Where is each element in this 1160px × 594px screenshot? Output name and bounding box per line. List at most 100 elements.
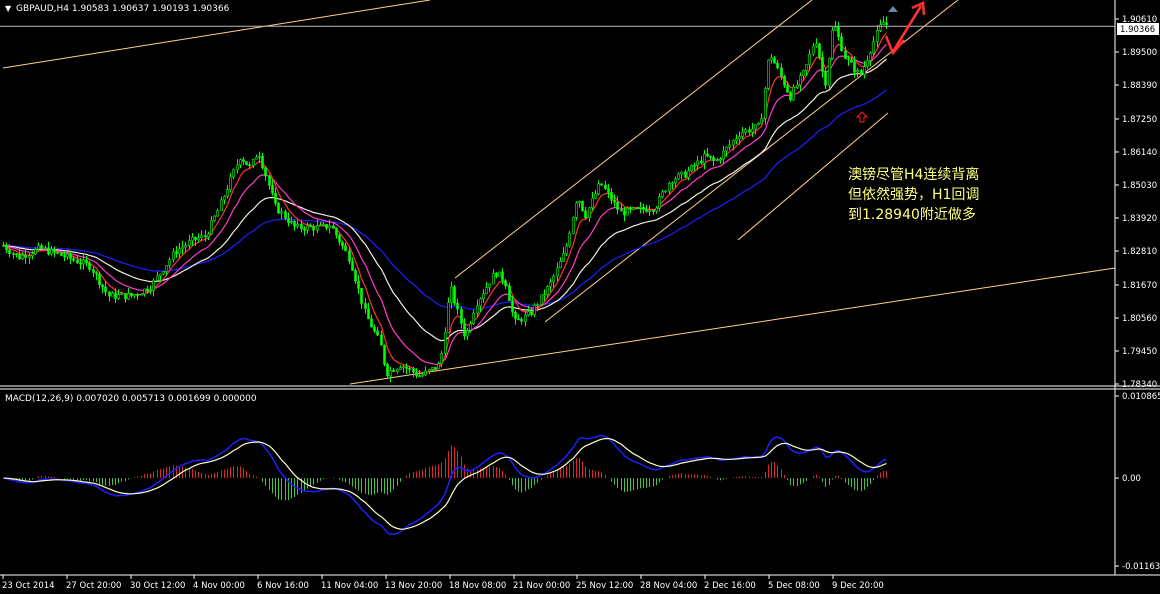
- time-label: 27 Oct 20:00: [66, 581, 121, 591]
- candle-body: [504, 280, 507, 287]
- candle-body: [802, 70, 805, 76]
- candle-body: [629, 207, 632, 210]
- candle-body: [722, 150, 725, 160]
- candle-body: [837, 26, 840, 38]
- candle-body: [719, 158, 722, 161]
- candle-body: [12, 253, 15, 255]
- time-label: 6 Nov 16:00: [257, 581, 309, 591]
- candle-body: [149, 290, 152, 292]
- price-label: 1.89500: [1122, 48, 1157, 58]
- current-price-value: 1.90366: [1120, 25, 1155, 35]
- candle-body: [613, 200, 616, 203]
- candle-body: [728, 144, 731, 148]
- candle-body: [671, 182, 674, 185]
- time-label: 5 Dec 08:00: [768, 581, 820, 591]
- candle-body: [575, 202, 578, 218]
- candle-body: [2, 245, 5, 247]
- candle-body: [386, 363, 389, 377]
- candle-body: [47, 247, 50, 255]
- candle-body: [466, 330, 469, 337]
- candle-body: [325, 223, 328, 229]
- menu-marker[interactable]: ▼: [5, 4, 12, 13]
- candle-body: [312, 226, 315, 231]
- candle-body: [328, 225, 331, 229]
- candle-body: [527, 311, 530, 316]
- candle-body: [56, 251, 59, 254]
- time-label: 11 Nov 04:00: [321, 581, 378, 591]
- candle-body: [261, 155, 264, 168]
- candle-body: [696, 160, 699, 167]
- candle-body: [488, 283, 491, 288]
- candle-body: [552, 275, 555, 283]
- candle-body: [66, 253, 69, 258]
- time-label: 2 Dec 16:00: [704, 581, 756, 591]
- candle-body: [178, 248, 181, 254]
- candle-body: [693, 165, 696, 167]
- macd-axis-label: 0.010865: [1122, 392, 1160, 402]
- candle-body: [690, 165, 693, 172]
- candle-body: [517, 318, 520, 321]
- candle-body: [588, 207, 591, 219]
- candle-body: [335, 228, 338, 236]
- candle-body: [287, 218, 290, 223]
- candle-body: [204, 235, 207, 238]
- candle-body: [31, 253, 34, 257]
- candle-body: [776, 62, 779, 69]
- candle-body: [184, 245, 187, 248]
- candle-body: [716, 159, 719, 161]
- price-label: 1.88390: [1122, 81, 1157, 91]
- candle-body: [799, 75, 802, 86]
- candle-body: [751, 128, 754, 133]
- candle-body: [405, 366, 408, 369]
- candle-body: [578, 200, 581, 204]
- candle-body: [309, 225, 312, 228]
- candle-body: [399, 367, 402, 370]
- candle-body: [840, 36, 843, 52]
- candle-body: [860, 70, 863, 75]
- candle-body: [191, 236, 194, 241]
- candle-body: [95, 272, 98, 275]
- candle-body: [79, 262, 82, 265]
- candle-body: [18, 254, 21, 260]
- candle-body: [82, 259, 85, 265]
- candle-body: [834, 26, 837, 31]
- candle-body: [767, 59, 770, 89]
- candle-body: [332, 225, 335, 229]
- annotation-line-3: 到1.28940附近做多: [848, 206, 976, 223]
- candle-body: [348, 250, 351, 262]
- candle-body: [53, 248, 56, 253]
- candle-body: [885, 22, 888, 25]
- candle-body: [444, 332, 447, 354]
- candle-body: [319, 224, 322, 227]
- macd-label: MACD(12,26,9) 0.007020 0.005713 0.001699…: [5, 394, 257, 404]
- candle-body: [117, 294, 120, 299]
- candle-body: [687, 170, 690, 178]
- price-label: 1.78340: [1122, 380, 1157, 390]
- trading-chart[interactable]: ▼ GBPAUD,H4 1.90583 1.90637 1.90193 1.90…: [0, 0, 1160, 594]
- candle-body: [818, 43, 821, 58]
- candle-body: [418, 375, 421, 377]
- time-label: 18 Nov 08:00: [449, 581, 506, 591]
- candle-body: [796, 84, 799, 88]
- candle-body: [754, 124, 757, 130]
- candle-body: [284, 211, 287, 219]
- candle-body: [124, 293, 127, 300]
- candle-body: [239, 159, 242, 166]
- candle-body: [50, 248, 53, 255]
- candle-body: [188, 240, 191, 246]
- candle-body: [744, 129, 747, 133]
- candle-body: [236, 164, 239, 171]
- candle-body: [495, 273, 498, 277]
- candle-body: [482, 293, 485, 300]
- candle-body: [72, 258, 75, 261]
- macd-axis-label: 0.00: [1122, 474, 1141, 484]
- candle-body: [69, 253, 72, 259]
- candle-body: [8, 249, 11, 254]
- candle-body: [549, 281, 552, 287]
- candle-body: [543, 294, 546, 296]
- candle-body: [485, 287, 488, 295]
- candle-body: [242, 159, 245, 162]
- candle-body: [245, 161, 248, 166]
- candle-body: [712, 157, 715, 161]
- candle-body: [136, 294, 139, 296]
